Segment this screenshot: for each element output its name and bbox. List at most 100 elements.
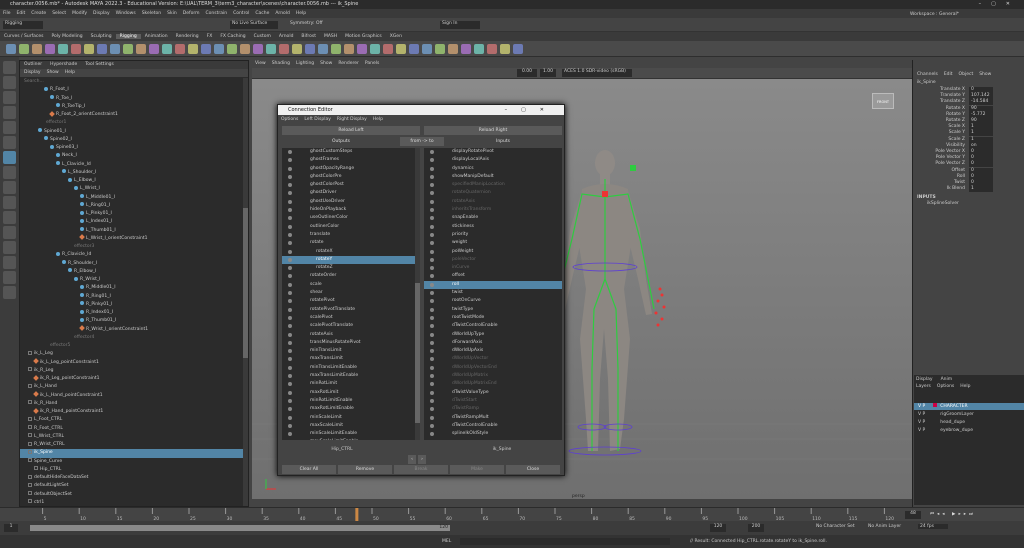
channel-row[interactable]: Translate Z -14.584	[913, 99, 1024, 106]
input-attribute[interactable]: twistType	[424, 306, 562, 314]
viewport-menu-item[interactable]: Renderer	[338, 61, 359, 66]
channel-row[interactable]: Scale Y 1	[913, 130, 1024, 137]
layer-tab[interactable]: Display	[916, 377, 933, 382]
output-attribute[interactable]: rotateX	[282, 248, 420, 256]
input-attribute[interactable]: twist	[424, 289, 562, 297]
input-attribute[interactable]: dTwistRampMult	[424, 414, 562, 422]
channel-value[interactable]: -5.772	[969, 111, 993, 118]
channel-value[interactable]: 1	[969, 130, 993, 137]
input-attribute[interactable]: dWorldUpMatrixEnd	[424, 380, 562, 388]
tool-icon[interactable]	[3, 211, 16, 224]
output-attribute[interactable]: minRotLimitEnable	[282, 397, 420, 405]
input-attribute[interactable]: rotateAxis	[424, 198, 562, 206]
ce-make-button[interactable]: Make	[450, 465, 504, 474]
shelf-tool-icon[interactable]	[58, 44, 68, 54]
output-attribute[interactable]: rotateAxis	[282, 331, 420, 339]
range-end-field[interactable]: 120	[710, 524, 726, 532]
gamma-field[interactable]: 1.00	[540, 69, 556, 77]
input-attribute[interactable]: snapEnable	[424, 214, 562, 222]
channel-row[interactable]: Visibility on	[913, 142, 1024, 149]
layer-menu-item[interactable]: Options	[937, 384, 954, 389]
workspace-select[interactable]: Workspace : General*	[910, 12, 970, 17]
outliner-scrollbar[interactable]	[243, 78, 248, 506]
shelf-tool-icon[interactable]	[110, 44, 120, 54]
channel-value[interactable]: 0	[969, 161, 993, 168]
menu-windows[interactable]: Windows	[116, 11, 136, 16]
shelf-tab[interactable]: Arnold	[275, 34, 298, 39]
shelf-tool-icon[interactable]	[162, 44, 172, 54]
menu-control[interactable]: Control	[233, 11, 249, 16]
ce-menu-item[interactable]: Left Display	[304, 117, 330, 122]
output-attribute[interactable]: scale	[282, 281, 420, 289]
tool-icon[interactable]	[3, 76, 16, 89]
input-attribute[interactable]: dTwistStart	[424, 397, 562, 405]
input-attribute[interactable]: rotateQuaternion	[424, 189, 562, 197]
output-attribute[interactable]: minScaleLimitEnable	[282, 430, 420, 438]
input-attribute[interactable]: dForwardAxis	[424, 339, 562, 347]
input-attribute[interactable]: poleVector	[424, 256, 562, 264]
time-slider[interactable]: 5 10 15 20 25 30 35 40 45 50 55 60 65 70 75 80 85 90 95 100…	[0, 507, 1024, 522]
output-attribute[interactable]: shear	[282, 289, 420, 297]
symmetry-field[interactable]: Symmetry: Off	[288, 21, 328, 29]
shelf-tool-icon[interactable]	[201, 44, 211, 54]
anim-layer-select[interactable]: No Anim Layer	[868, 524, 908, 529]
shelf-tool-icon[interactable]	[84, 44, 94, 54]
shelf-tool-icon[interactable]	[409, 44, 419, 54]
left-scrollbar[interactable]	[415, 148, 420, 440]
input-attribute[interactable]: dWorldUpVector	[424, 355, 562, 363]
channel-tab[interactable]: Channels	[917, 72, 938, 77]
shelf-tab[interactable]: Curves / Surfaces	[0, 34, 48, 39]
shelf-tab[interactable]: Rendering	[172, 34, 203, 39]
tool-icon[interactable]	[3, 181, 16, 194]
shelf-tab[interactable]: Bifrost	[297, 34, 320, 39]
output-attribute[interactable]: ghostCustomSteps	[282, 148, 420, 156]
output-attribute[interactable]: translate	[282, 231, 420, 239]
input-attribute[interactable]: splineIkOldStyle	[424, 430, 562, 438]
channel-row[interactable]: Scale X1	[913, 124, 1024, 131]
input-attribute[interactable]: rootTwistMode	[424, 314, 562, 322]
input-attribute[interactable]: inCurve	[424, 264, 562, 272]
ce-menu-item[interactable]: Right Display	[337, 117, 367, 122]
channel-row[interactable]: Pole Vector Z 0	[913, 161, 1024, 168]
colorspace-select[interactable]: ACES 1.0 SDR-video (sRGB)	[562, 69, 632, 77]
ce-window-controls[interactable]: –▢✕	[505, 105, 558, 115]
output-attribute[interactable]: scalePivotTranslate	[282, 322, 420, 330]
shelf-tool-icon[interactable]	[175, 44, 185, 54]
channel-row[interactable]: Translate X0	[913, 87, 1024, 93]
shelf-tab[interactable]: Motion Graphics	[341, 34, 386, 39]
menu-edit[interactable]: Edit	[17, 11, 26, 16]
input-node[interactable]: ikSplineSolver	[927, 201, 959, 206]
channel-value[interactable]: 0	[969, 167, 993, 174]
output-attribute[interactable]: ghostFrames	[282, 156, 420, 164]
output-attribute[interactable]: transMinusRotatePivot	[282, 339, 420, 347]
shelf-tool-icon[interactable]	[123, 44, 133, 54]
channel-row[interactable]: Twist 0	[913, 180, 1024, 186]
outliner-menu-item[interactable]: Display	[24, 70, 41, 75]
menu-arnold[interactable]: Arnold	[275, 11, 290, 16]
input-attribute[interactable]: dTwistControlEnable	[424, 422, 562, 430]
ce-break-button[interactable]: Break	[394, 465, 448, 474]
shelf-tool-icon[interactable]	[240, 44, 250, 54]
tool-icon[interactable]	[3, 136, 16, 149]
menu-deform[interactable]: Deform	[183, 11, 200, 16]
channel-tab[interactable]: Show	[979, 72, 991, 77]
output-attribute[interactable]: maxScaleLimit	[282, 422, 420, 430]
shelf-tool-icon[interactable]	[136, 44, 146, 54]
outliner-menu-item[interactable]: Help	[65, 70, 75, 75]
input-attribute[interactable]: inheritsTransform	[424, 206, 562, 214]
shelf-tab[interactable]: Sculpting	[87, 34, 116, 39]
channel-row[interactable]: Pole Vector X0	[913, 149, 1024, 155]
channel-row[interactable]: Pole Vector Y0	[913, 155, 1024, 162]
layer-row[interactable]: V P head_dupe	[914, 419, 1024, 426]
channel-row[interactable]: Scale Z 1	[913, 136, 1024, 143]
layer-row[interactable]: V P eyebrow_dupe	[914, 427, 1024, 434]
output-attribute[interactable]: maxTransLimit	[282, 355, 420, 363]
range-slider[interactable]: 1 120 120 200 No Character Set No Anim L…	[0, 521, 1024, 535]
ce-menu-item[interactable]: Options	[281, 117, 298, 122]
shelf-tool-icon[interactable]	[32, 44, 42, 54]
fps-select[interactable]: 24 fps	[918, 524, 948, 529]
script-language[interactable]: MEL	[442, 535, 451, 548]
shelf-tool-icon[interactable]	[188, 44, 198, 54]
viewport-menu-item[interactable]: Panels	[365, 61, 379, 66]
shelf-tool-icon[interactable]	[461, 44, 471, 54]
